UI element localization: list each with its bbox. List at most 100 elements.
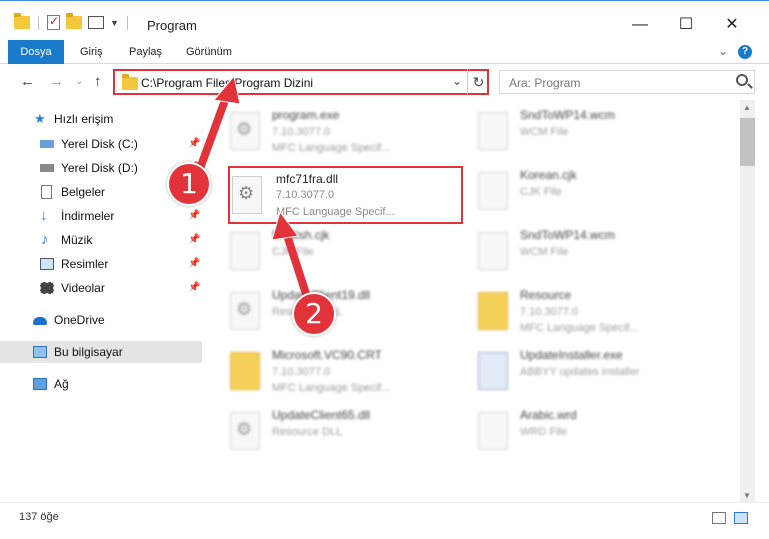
file-item[interactable]: Resource 7.10.3077.0 MFC Language Specif..… [474,286,719,342]
file-item[interactable]: program.exe 7.10.3077.0 MFC Language Speci… [226,106,471,162]
file-item[interactable]: UpdateClient19.dllResource DLL [226,286,471,342]
sidebar-item-network[interactable]: Ağ [0,373,202,395]
sidebar-item-label: Videolar [61,281,105,295]
tab-home[interactable]: Giriş [72,40,111,64]
download-icon: ↓ [40,207,48,224]
file-detail: WCM File [520,126,569,138]
tab-share[interactable]: Paylaş [121,40,170,64]
file-name: mfc71fra.dll [276,172,339,186]
file-name: SndToWP14.wcm [520,228,615,242]
scrollbar-thumb[interactable] [740,118,755,166]
address-path[interactable]: C:\Program Files\Program Dizini [141,76,313,90]
file-item[interactable]: Arabic.wrd WRD File [474,406,719,462]
window-title: Program [147,18,197,33]
folder-icon [14,13,30,29]
file-icon [478,232,508,270]
sidebar-item-this-pc[interactable]: Bu bilgisayar [0,341,202,363]
file-item[interactable]: Microsoft.VC90.CRT 7.10.3077.0 MFC Languag… [226,346,471,402]
sidebar-item-label: Bu bilgisayar [54,345,123,359]
back-arrow-icon[interactable]: ← [20,73,35,90]
file-detail: MFC Language Specif... [520,322,639,334]
tab-file[interactable]: Dosya [8,40,64,64]
folder-icon [122,74,138,90]
file-detail: MFC Language Specif... [272,382,391,394]
network-icon [33,378,47,390]
sidebar-item-label: Yerel Disk (D:) [61,161,138,175]
pin-icon[interactable]: 📌 [188,277,200,299]
scroll-down-icon[interactable]: ▼ [743,491,751,500]
computer-icon [33,346,47,358]
dll-file-icon [230,112,260,150]
application-icon [478,352,508,390]
folder-icon [230,352,260,390]
search-icon[interactable] [736,74,748,86]
file-item[interactable]: UpdateClient65.dll Resource DLL [226,406,471,462]
chevron-down-icon[interactable]: ⌄ [718,44,728,58]
file-item[interactable]: English.cjk CJK File [226,226,471,282]
cloud-icon [33,317,47,325]
file-detail: 7.10.3077.0 [272,126,331,138]
file-name: UpdateInstaller.exe [520,348,623,362]
forward-arrow-icon[interactable]: → [49,73,64,90]
file-detail: ABBYY updates installer [520,366,640,378]
tab-view[interactable]: Görünüm [178,40,240,64]
details-view-icon[interactable] [712,512,726,524]
file-list: program.exe 7.10.3077.0 MFC Language Speci… [208,100,740,502]
file-detail: 7.10.3077.0 [272,366,331,378]
file-item[interactable]: SndToWP14.wcm WCM File [474,226,719,282]
view-properties-icon[interactable] [88,16,104,29]
close-button[interactable]: ✕ [709,11,755,39]
search-box[interactable]: Ara: Program [499,70,755,94]
new-folder-icon[interactable] [66,13,82,29]
dll-file-icon [230,412,260,450]
help-icon[interactable]: ? [738,45,752,59]
chevron-down-icon[interactable]: ⌄ [452,74,462,88]
step-badge-1: 1 [167,162,211,206]
file-icon [478,112,508,150]
pin-icon[interactable]: 📌 [188,133,200,155]
file-icon [478,412,508,450]
file-name: Microsoft.VC90.CRT [272,348,382,362]
pin-icon[interactable]: 📌 [188,253,200,275]
file-item[interactable]: SndToWP14.wcm WCM File [474,106,719,162]
drive-icon [40,140,54,148]
sidebar-item-label: Ağ [54,377,69,391]
sidebar-item-local-disk-c[interactable]: Yerel Disk (C:) 📌 [0,133,202,155]
scroll-up-icon[interactable]: ▲ [743,103,751,112]
file-item[interactable]: Korean.cjk CJK File [474,166,719,222]
file-name: English.cjk [272,228,330,242]
customize-dropdown-icon[interactable]: ▼ [110,18,119,28]
sidebar-item-label: Yerel Disk (C:) [61,137,138,151]
file-item[interactable]: UpdateInstaller.exe ABBYY updates install… [474,346,719,402]
sidebar-item-onedrive[interactable]: OneDrive [0,309,202,331]
file-detail: WRD File [520,426,568,438]
navigation-pane: ★ Hızlı erişim Yerel Disk (C:) 📌 Yerel D… [0,100,208,502]
search-input[interactable]: Ara: Program [509,76,580,90]
sidebar-item-label: Belgeler [61,185,106,199]
file-name: UpdateClient65.dll [272,408,371,422]
minimize-button[interactable]: — [617,11,663,39]
address-bar[interactable]: C:\Program Files\Program Dizini ⌄ ↻ [113,69,489,95]
file-name: program.exe [272,108,340,122]
pictures-icon [40,258,54,270]
sidebar-item-pictures[interactable]: Resimler 📌 [0,253,202,275]
sidebar-item-music[interactable]: ♪ Müzik 📌 [0,229,202,251]
ribbon-tabs: Dosya Giriş Paylaş Görünüm ⌄ [0,40,769,64]
sidebar-item-downloads[interactable]: ↓ İndirmeler 📌 [0,205,202,227]
sidebar-item-videos[interactable]: Videolar 📌 [0,277,202,299]
highlighted-file-item[interactable]: mfc71fra.dll 7.10.3077.0 MFC Language Sp… [228,166,463,224]
file-name: Korean.cjk [520,168,577,182]
file-version: 7.10.3077.0 [276,189,335,201]
refresh-icon[interactable]: ↻ [467,69,489,95]
recent-locations-icon[interactable]: ⌄ [75,76,83,87]
file-name: Resource [520,288,572,302]
pin-icon[interactable]: 📌 [188,229,200,251]
up-arrow-icon[interactable]: ↑ [94,73,102,90]
properties-checkmark-icon[interactable] [47,14,60,30]
large-icons-view-icon[interactable] [734,512,748,524]
sidebar-item-quick-access[interactable]: ★ Hızlı erişim [0,108,202,130]
maximize-button[interactable]: ☐ [663,11,709,39]
file-name: SndToWP14.wcm [520,108,615,122]
file-name: Arabic.wrd [520,408,577,422]
pin-icon[interactable]: 📌 [188,205,200,227]
